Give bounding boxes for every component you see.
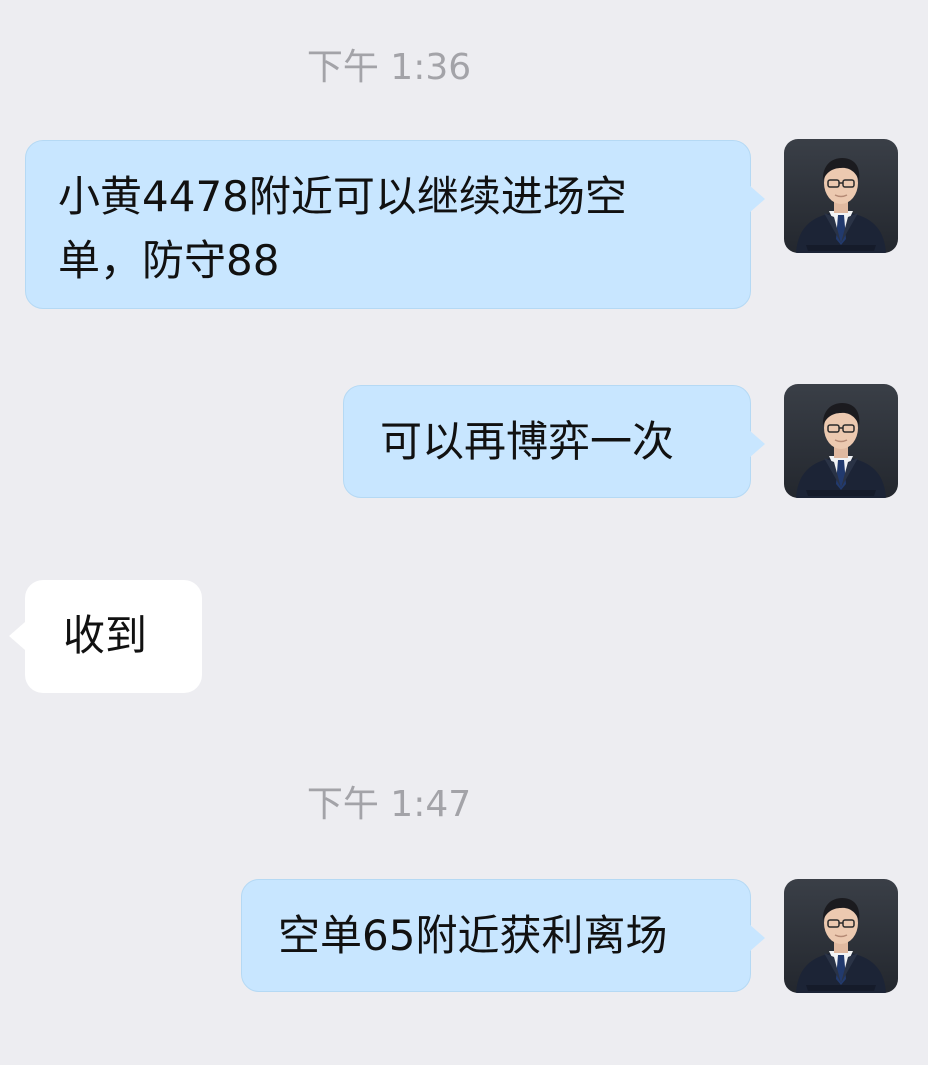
message-bubble[interactable]: 小黄4478附近可以继续进场空 单，防守88: [25, 140, 765, 309]
avatar-icon[interactable]: [784, 139, 898, 253]
timestamp: 下午 1:36: [306, 47, 472, 88]
message-bubble[interactable]: 空单65附近获利离场: [241, 879, 765, 992]
message-text: 收到: [63, 611, 148, 660]
message-text: 小黄4478附近可以继续进场空 单，防守88: [58, 172, 627, 285]
timestamp: 下午 1:47: [306, 784, 472, 825]
message-bubble[interactable]: 可以再博弈一次: [343, 385, 765, 498]
avatar-icon[interactable]: [784, 879, 898, 993]
message-bubble[interactable]: 收到: [9, 580, 202, 693]
message-text: 空单65附近获利离场: [278, 911, 668, 960]
message-text: 可以再博弈一次: [380, 417, 675, 466]
avatar-icon[interactable]: [784, 384, 898, 498]
